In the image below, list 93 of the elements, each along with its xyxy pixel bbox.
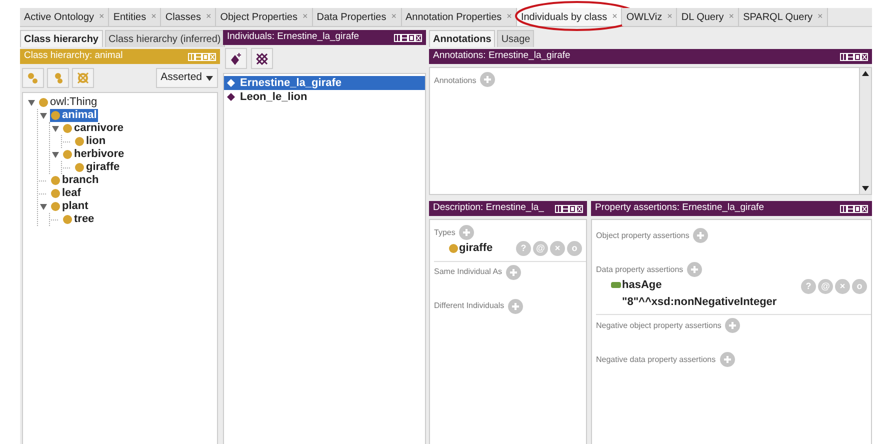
- tab-label: Individuals by class: [520, 10, 608, 24]
- panel-tab[interactable]: Class hierarchy: [20, 30, 102, 47]
- assertion-label: hasAge: [622, 278, 662, 293]
- tree-label: animal: [62, 109, 97, 122]
- tab-label: Object Properties: [220, 10, 298, 24]
- diamond-plus-icon: [230, 52, 242, 64]
- plus-icon: [728, 321, 738, 330]
- caret-icon: [206, 76, 213, 80]
- tab[interactable]: Classes ×: [161, 8, 216, 26]
- tree-label: lion: [86, 135, 106, 148]
- tab[interactable]: Data Properties ×: [312, 8, 402, 26]
- panel-title: Description: Ernestine_la_: [433, 201, 544, 216]
- tree-item[interactable]: animal: [50, 109, 98, 122]
- expand-arrow-icon[interactable]: [52, 126, 58, 132]
- plus-icon: [509, 268, 518, 276]
- panel-title: Property assertions: Ernestine_la_girafe: [595, 201, 764, 216]
- tree-item[interactable]: giraffe: [74, 161, 121, 174]
- assertion-label: giraffe: [459, 241, 493, 256]
- tab[interactable]: Entities ×: [109, 8, 162, 26]
- individual-item[interactable]: Leon_le_lion: [224, 90, 425, 104]
- assertion-value: "8"^^xsd:nonNegativeInteger: [621, 294, 777, 310]
- tab-label: Entities: [113, 10, 146, 24]
- section-label: Negative data property assertions: [596, 354, 716, 366]
- class-circles-icon: [27, 72, 39, 84]
- tab-label: Annotation Properties: [406, 10, 502, 24]
- tab[interactable]: Annotation Properties ×: [402, 8, 517, 26]
- tab[interactable]: OWLViz ×: [622, 8, 678, 26]
- tree-item[interactable]: carnivore: [62, 122, 125, 135]
- tree-item[interactable]: lion: [74, 135, 107, 148]
- tree-label: plant: [62, 200, 88, 213]
- view-controls-icon[interactable]: [840, 52, 868, 60]
- view-controls-icon[interactable]: [840, 204, 868, 212]
- section-label: Object property assertions: [596, 230, 690, 242]
- plus-icon: [462, 228, 472, 237]
- tree-item[interactable]: leaf: [50, 187, 82, 200]
- class-circles-icon: [52, 72, 64, 84]
- tree-item[interactable]: herbivore: [62, 148, 126, 161]
- tree-label: leaf: [62, 187, 81, 200]
- tab-label: OWLViz: [626, 10, 662, 24]
- tree-item[interactable]: owl:Thing: [38, 96, 98, 109]
- individual-item[interactable]: Ernestine_la_girafe: [224, 76, 425, 90]
- panel-tab[interactable]: Annotations: [429, 30, 496, 47]
- section-label: Different Individuals: [434, 300, 504, 312]
- section-label: Types: [434, 226, 456, 238]
- tree-label: tree: [74, 213, 94, 226]
- tab[interactable]: Object Properties ×: [216, 8, 313, 26]
- add-individual-button[interactable]: [225, 48, 247, 69]
- scroll-up-icon[interactable]: [862, 71, 869, 76]
- scroll-down-icon[interactable]: [862, 186, 869, 191]
- tab[interactable]: DL Query ×: [677, 8, 740, 26]
- close-tab-icon[interactable]: ×: [612, 10, 618, 24]
- expand-arrow-icon[interactable]: [40, 204, 46, 210]
- panel-tab[interactable]: Class hierarchy (inferred): [104, 30, 225, 47]
- crossed-diamond-icon: [256, 52, 268, 64]
- plus-icon: [722, 355, 732, 364]
- annotations-label: Annotations: [434, 75, 476, 87]
- panel-tab[interactable]: Usage: [497, 30, 534, 47]
- panel-title: Class hierarchy: animal: [24, 49, 123, 64]
- tab[interactable]: SPARQL Query ×: [739, 8, 828, 26]
- panel-title: Individuals: Ernestine_la_girafe: [227, 30, 360, 44]
- tree-item[interactable]: tree: [62, 213, 96, 226]
- panel-title: Annotations: Ernestine_la_girafe: [433, 49, 570, 64]
- tree-label: owl:Thing: [50, 96, 98, 109]
- expand-arrow-icon[interactable]: [28, 100, 34, 106]
- tree-label: herbivore: [74, 148, 124, 161]
- expand-arrow-icon[interactable]: [40, 112, 46, 118]
- plus-icon: [511, 302, 520, 310]
- tab[interactable]: Individuals by class ×: [516, 8, 622, 26]
- plus-icon: [696, 231, 706, 240]
- tree-label: giraffe: [86, 161, 120, 174]
- section-label: Negative object property assertions: [596, 320, 722, 332]
- delete-individual-button[interactable]: [251, 48, 273, 69]
- tree-item[interactable]: branch: [50, 174, 100, 187]
- plus-icon: [690, 265, 700, 274]
- section-label: Data property assertions: [596, 264, 684, 276]
- plus-icon: [483, 75, 492, 84]
- tree-label: branch: [62, 174, 99, 187]
- tree-label: carnivore: [74, 122, 124, 135]
- crossed-circle-icon: [77, 72, 89, 84]
- tab-label: Classes: [165, 10, 201, 24]
- expand-arrow-icon[interactable]: [52, 152, 58, 158]
- view-controls-icon[interactable]: [394, 34, 422, 42]
- section-label: Same Individual As: [434, 266, 502, 278]
- tab-label: Data Properties: [316, 10, 386, 24]
- tab-label: DL Query: [681, 10, 724, 24]
- tree-item[interactable]: plant: [50, 200, 90, 213]
- tab-label: Active Ontology: [24, 10, 94, 24]
- view-controls-icon[interactable]: [555, 204, 583, 212]
- tab-label: SPARQL Query: [743, 10, 813, 24]
- data-property-icon: [611, 282, 621, 288]
- tab[interactable]: Active Ontology ×: [20, 8, 110, 26]
- scrollbar[interactable]: [859, 68, 871, 194]
- hierarchy-dropdown[interactable]: Asserted: [156, 68, 218, 88]
